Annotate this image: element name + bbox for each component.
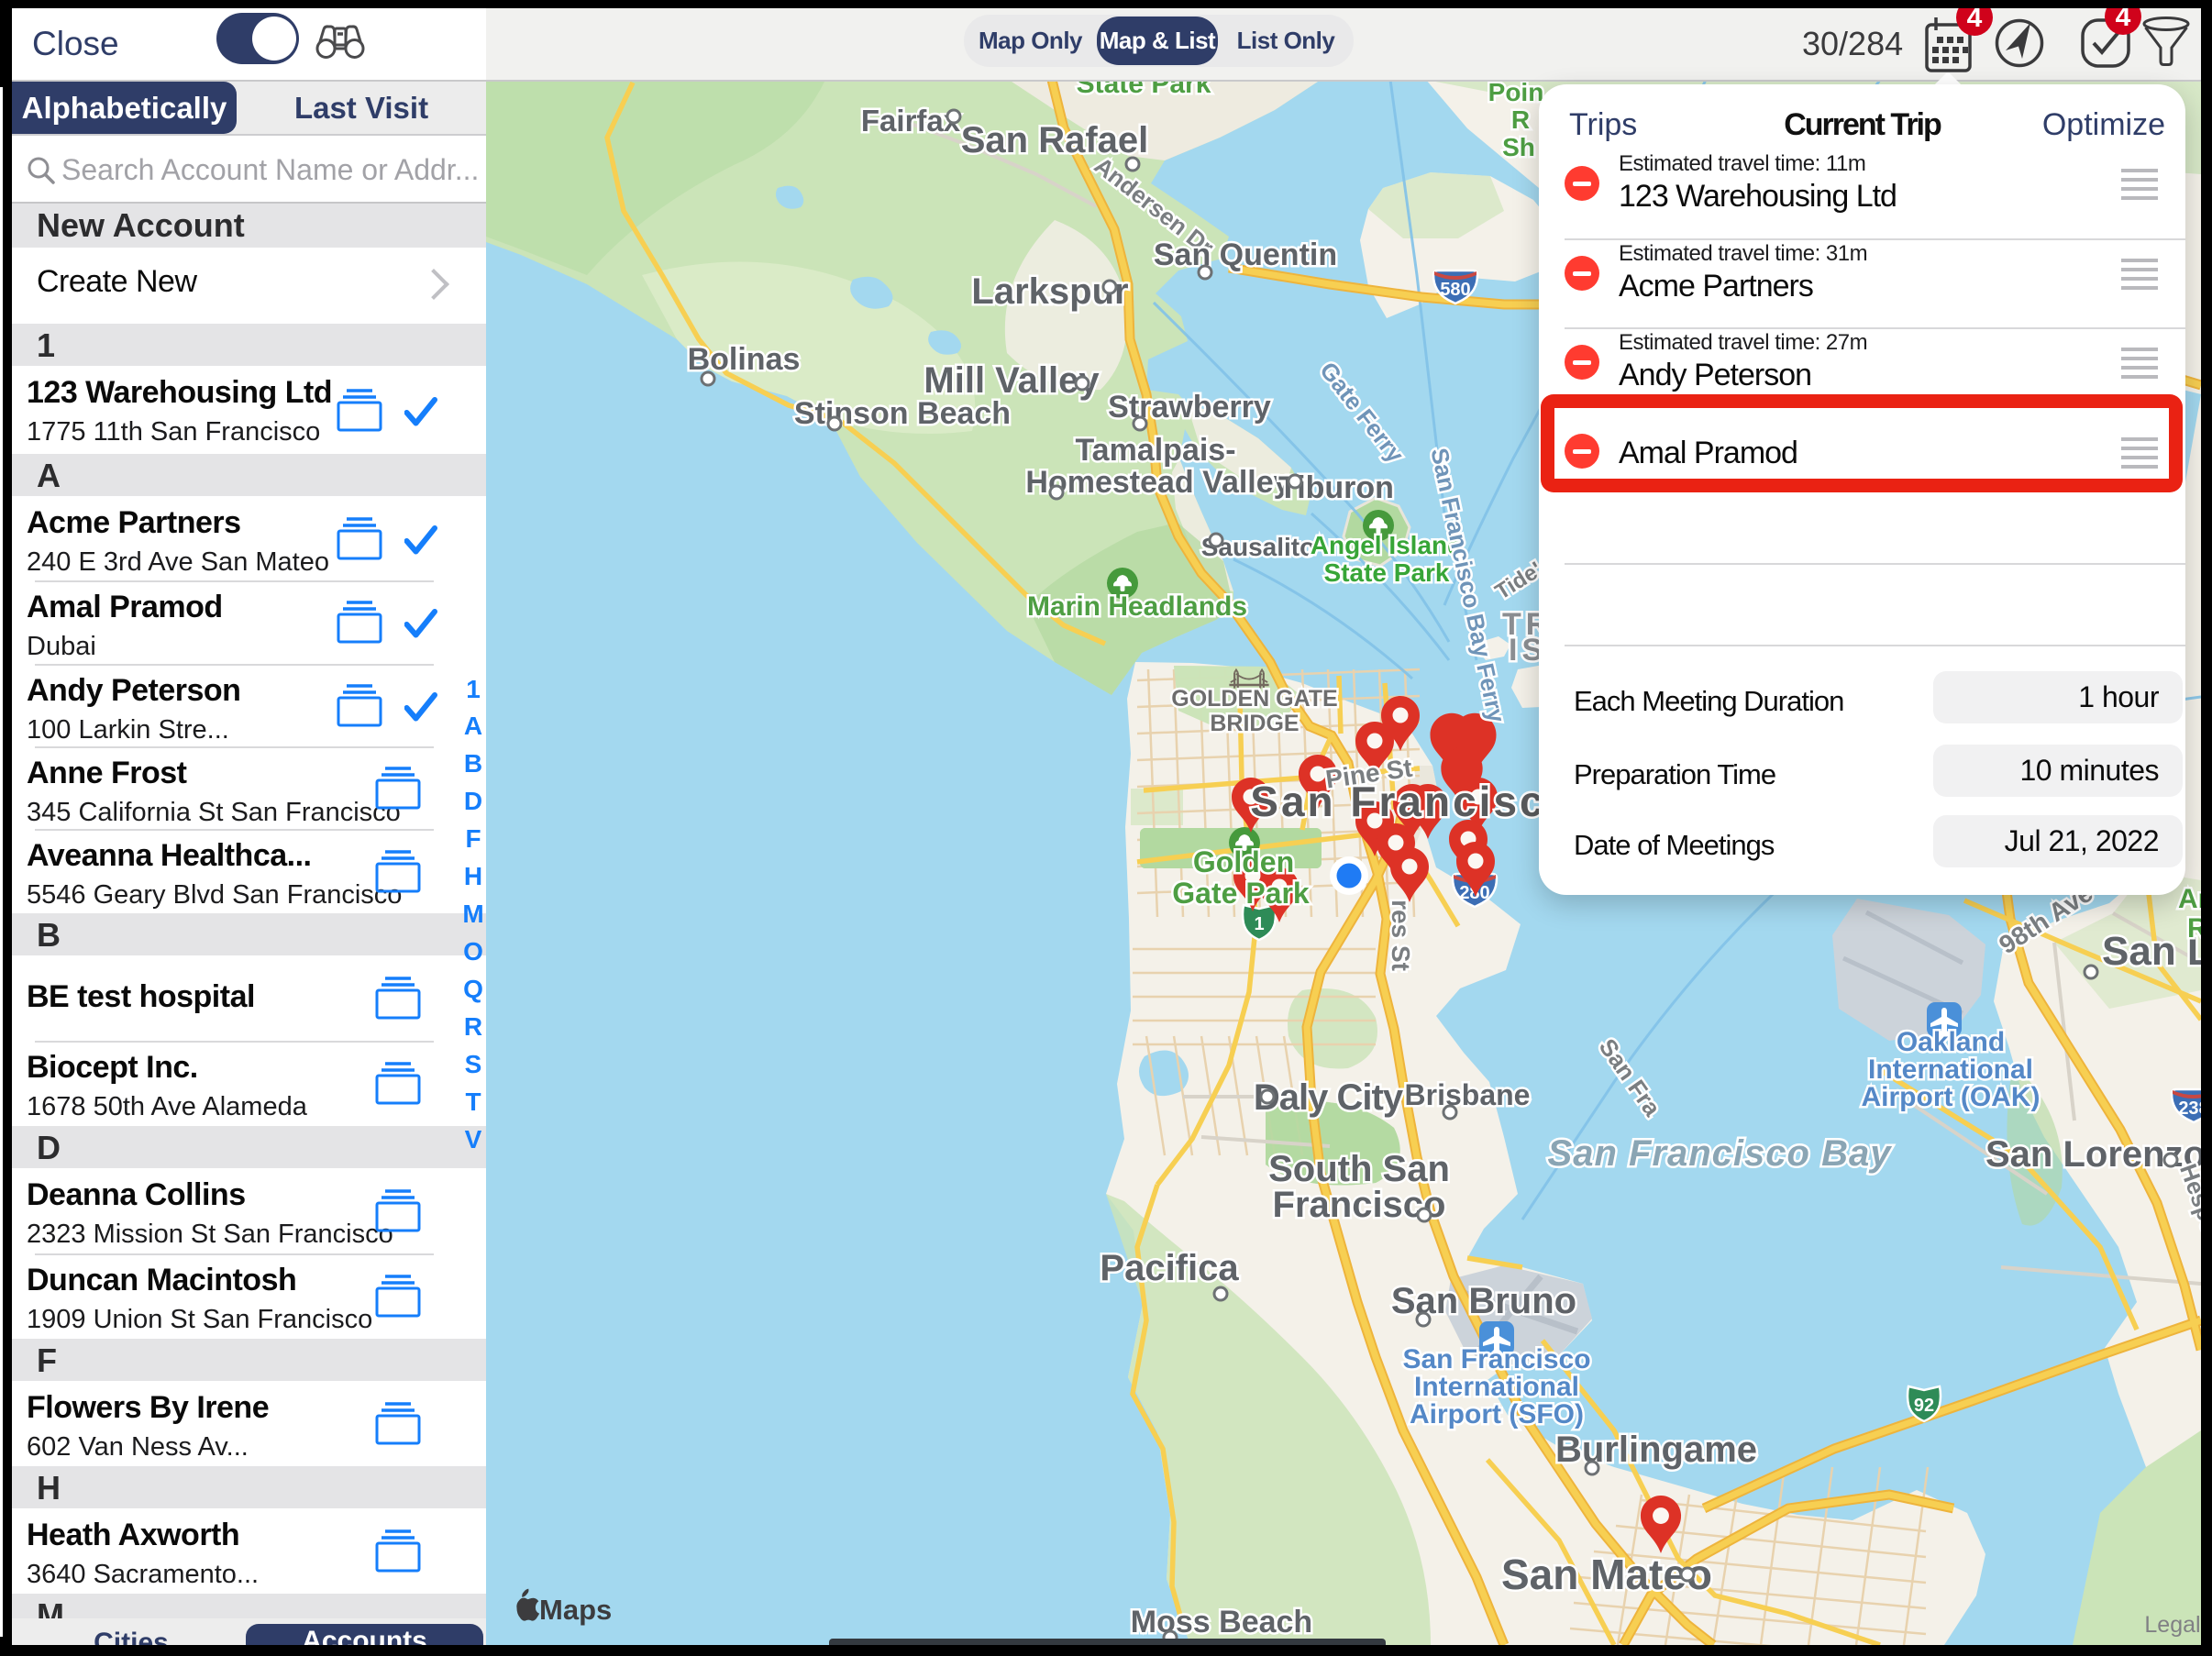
svg-text:San Francisco: San Francisco xyxy=(1402,1344,1590,1374)
svg-text:Sh: Sh xyxy=(1502,133,1535,161)
svg-text:Airport (OAK): Airport (OAK) xyxy=(1862,1082,2041,1112)
svg-text:Homestead Valley: Homestead Valley xyxy=(1025,465,1290,500)
svg-text:Maps: Maps xyxy=(539,1594,612,1626)
svg-text:238: 238 xyxy=(2178,1098,2201,1119)
svg-text:Moss Beach: Moss Beach xyxy=(1131,1605,1312,1639)
svg-text:San Quentin: San Quentin xyxy=(1154,237,1337,272)
svg-text:International: International xyxy=(1868,1054,2033,1085)
svg-text:Regio: Regio xyxy=(2187,913,2201,944)
svg-text:South San: South San xyxy=(1268,1149,1450,1189)
svg-text:San Lean: San Lean xyxy=(2102,929,2201,974)
svg-text:Airport (SFO): Airport (SFO) xyxy=(1410,1399,1584,1430)
svg-text:Gate Park: Gate Park xyxy=(1172,877,1310,910)
svg-text:Tamalpais-: Tamalpais- xyxy=(1075,433,1235,468)
svg-text:1: 1 xyxy=(1254,914,1264,934)
svg-text:International: International xyxy=(1414,1372,1579,1402)
svg-text:4: 4 xyxy=(1967,8,1983,33)
svg-text:Antho: Antho xyxy=(2178,884,2201,914)
svg-text:Angel Island: Angel Island xyxy=(1311,531,1463,559)
svg-text:San Francisco Bay: San Francisco Bay xyxy=(1548,1133,1893,1174)
svg-text:San Rafael: San Rafael xyxy=(961,120,1149,160)
svg-text:Oakland: Oakland xyxy=(1897,1027,2005,1057)
svg-text:Pacifica: Pacifica xyxy=(1100,1248,1239,1288)
svg-text:State Park: State Park xyxy=(1077,80,1211,99)
svg-text:Marin Headlands: Marin Headlands xyxy=(1027,591,1247,622)
svg-text:Fairfax: Fairfax xyxy=(861,104,961,138)
svg-text:GOLDEN GATE: GOLDEN GATE xyxy=(1171,686,1337,712)
svg-text:res St: res St xyxy=(1387,900,1415,971)
svg-text:92: 92 xyxy=(1914,1396,1934,1416)
svg-text:580: 580 xyxy=(1440,280,1470,300)
svg-text:Strawberry: Strawberry xyxy=(1108,390,1271,425)
svg-text:BRIDGE: BRIDGE xyxy=(1210,711,1299,736)
svg-text:Stinson Beach: Stinson Beach xyxy=(794,396,1011,431)
svg-text:Golden: Golden xyxy=(1193,845,1294,878)
svg-text:State Park: State Park xyxy=(1324,558,1450,587)
svg-text:R: R xyxy=(1511,105,1530,134)
svg-text:Bolinas: Bolinas xyxy=(688,342,801,377)
svg-text:Poin: Poin xyxy=(1488,80,1544,106)
svg-text:Mill Valley: Mill Valley xyxy=(924,360,1100,401)
svg-text:San Francisco: San Francisco xyxy=(1250,778,1574,825)
svg-text:Daly City: Daly City xyxy=(1254,1077,1404,1118)
svg-text:4: 4 xyxy=(2116,8,2131,32)
svg-text:Brisbane: Brisbane xyxy=(1405,1078,1531,1111)
svg-text:Legal: Legal xyxy=(2144,1612,2200,1638)
